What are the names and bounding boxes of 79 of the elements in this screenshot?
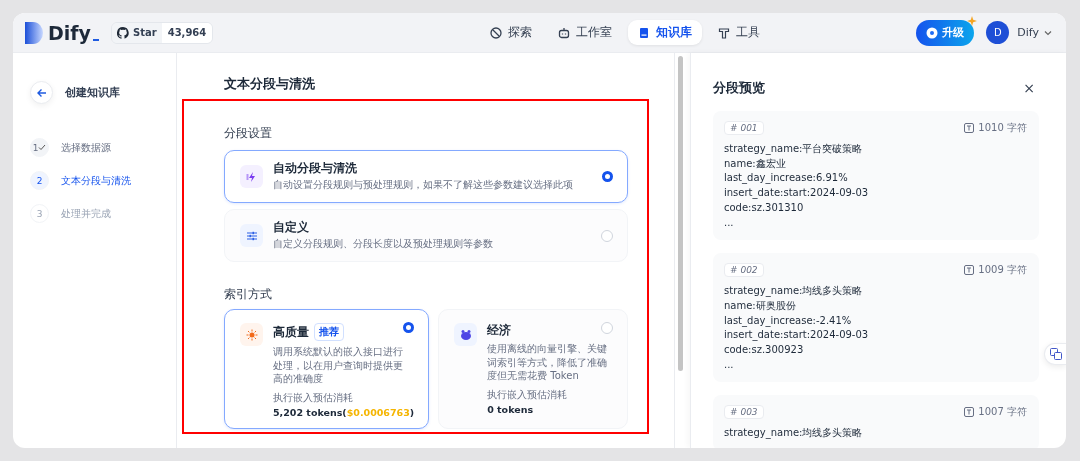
character-count: 1009 字符 bbox=[978, 263, 1027, 278]
chunk-index: # 001 bbox=[724, 121, 764, 135]
option-card[interactable]: 自定义 自定义分段规则、分段长度以及预处理规则等参数 bbox=[224, 209, 628, 262]
step-label: 文本分段与清洗 bbox=[61, 173, 131, 188]
user-menu[interactable]: Dify bbox=[1017, 26, 1052, 39]
option-description: 使用离线的向量引擎、关键词索引等方式，降低了准确度但无需花费 Token bbox=[487, 342, 609, 383]
robot-icon bbox=[557, 26, 570, 39]
group-label: 索引方式 bbox=[224, 286, 273, 303]
logo-text: Dify bbox=[48, 21, 91, 44]
github-icon bbox=[117, 26, 129, 39]
back-button[interactable] bbox=[30, 81, 53, 104]
section-title: 文本分段与清洗 bbox=[224, 75, 316, 93]
text-count-icon bbox=[964, 407, 975, 418]
chunk-text-line: strategy_name:平台突破策略 bbox=[724, 142, 864, 157]
step-number: 1 bbox=[30, 138, 49, 157]
option-description: 调用系统默认的嵌入接口进行处理，以在用户查询时提供更高的准确度 bbox=[273, 345, 404, 386]
chunk-text-line: last_day_increase:6.91% bbox=[724, 171, 849, 186]
group-label: 分段设置 bbox=[224, 125, 273, 142]
github-star-group[interactable]: Star 43,964 bbox=[111, 21, 214, 44]
step-number: 3 bbox=[30, 204, 49, 223]
option-title: 自定义 bbox=[273, 220, 310, 235]
chunk-index: # 003 bbox=[724, 405, 764, 420]
book-icon bbox=[637, 26, 650, 39]
logo-icon bbox=[25, 21, 43, 44]
nav-tab[interactable]: 工作室 bbox=[547, 20, 622, 45]
option-card[interactable]: 高质量 推荐 调用系统默认的嵌入接口进行处理，以在用户查询时提供更高的准确度 执行嵌入预估消耗 5,202 tokens($0.0006763) bbox=[224, 309, 430, 429]
chunk-text-line: name:鑫宏业 bbox=[724, 156, 787, 171]
nav-tab[interactable]: 探索 bbox=[479, 20, 542, 45]
chunk-text-line: last_day_increase:-2.41% bbox=[724, 313, 853, 329]
cost-label: 执行嵌入预估消耗 bbox=[487, 387, 569, 402]
option-description: 自定义分段规则、分段长度以及预处理规则等参数 bbox=[273, 237, 494, 251]
translate-button[interactable] bbox=[1044, 343, 1066, 365]
character-count: 1010 字符 bbox=[978, 121, 1027, 135]
panel-title: 分段预览 bbox=[713, 79, 765, 97]
chunk-text-line: strategy_name:均线多头策略 bbox=[724, 426, 864, 441]
option-title: 高质量 bbox=[273, 324, 309, 340]
close-button[interactable]: × bbox=[1019, 80, 1039, 96]
check-icon bbox=[38, 144, 47, 151]
text-count-icon bbox=[964, 265, 975, 276]
chunk-text-line: ... bbox=[724, 357, 735, 372]
option-description: 自动设置分段规则与预处理规则，如果不了解这些参数建议选择此项 bbox=[273, 178, 574, 192]
nav-tab[interactable]: 知识库 bbox=[627, 20, 702, 45]
option-title: 经济 bbox=[487, 323, 512, 338]
option-card[interactable]: 自动分段与清洗 自动设置分段规则与预处理规则，如果不了解这些参数建议选择此项 bbox=[224, 150, 628, 203]
chunk-text-line: code:sz.301310 bbox=[724, 200, 805, 215]
logo-underscore bbox=[92, 38, 99, 41]
chunk-text-line: name:研奥股份 bbox=[724, 298, 797, 313]
step-label: 处理并完成 bbox=[61, 206, 111, 221]
chunk-text-line: insert_date:start:2024-09-03 bbox=[724, 186, 870, 201]
chevron-down-icon bbox=[1044, 29, 1052, 36]
chunk-text-line: strategy_name:均线多头策略 bbox=[724, 284, 864, 299]
option-icon bbox=[240, 224, 263, 247]
page-title: 创建知识库 bbox=[65, 85, 120, 100]
arrow-left-icon bbox=[35, 86, 48, 99]
chunk-text-line: code:sz.300923 bbox=[724, 343, 805, 358]
option-title: 自动分段与清洗 bbox=[273, 161, 358, 176]
recommended-tag: 推荐 bbox=[314, 323, 344, 341]
step-number: 2 bbox=[30, 171, 49, 190]
radio-button[interactable] bbox=[403, 322, 415, 333]
sparkle-icon bbox=[967, 15, 978, 26]
user-avatar[interactable]: D bbox=[986, 21, 1010, 44]
option-card[interactable]: 经济 使用离线的向量引擎、关键词索引等方式，降低了准确度但无需花费 Token 执行嵌入预估消耗 0 tokens bbox=[438, 309, 628, 429]
scrollbar[interactable] bbox=[678, 56, 683, 371]
option-icon bbox=[240, 323, 263, 346]
text-count-icon bbox=[964, 123, 975, 133]
character-count: 1007 字符 bbox=[978, 405, 1027, 420]
option-icon bbox=[454, 323, 478, 346]
radio-button[interactable] bbox=[602, 171, 613, 182]
chunk-text-line: ... bbox=[724, 215, 735, 230]
option-icon bbox=[240, 165, 263, 188]
cost-label: 执行嵌入预估消耗 bbox=[273, 390, 354, 405]
cost-value: 0 tokens bbox=[487, 403, 535, 415]
upgrade-button[interactable]: 升级 bbox=[916, 19, 975, 46]
cost-value: 5,202 tokens($0.0006763) bbox=[273, 406, 415, 418]
chunk-text-line: insert_date:start:2024-09-03 bbox=[724, 328, 870, 343]
chunk-index: # 002 bbox=[724, 263, 764, 278]
step-label: 选择数据源 bbox=[61, 140, 111, 155]
star-count: 43,964 bbox=[161, 22, 213, 43]
nav-tab[interactable]: 工具 bbox=[707, 20, 770, 45]
